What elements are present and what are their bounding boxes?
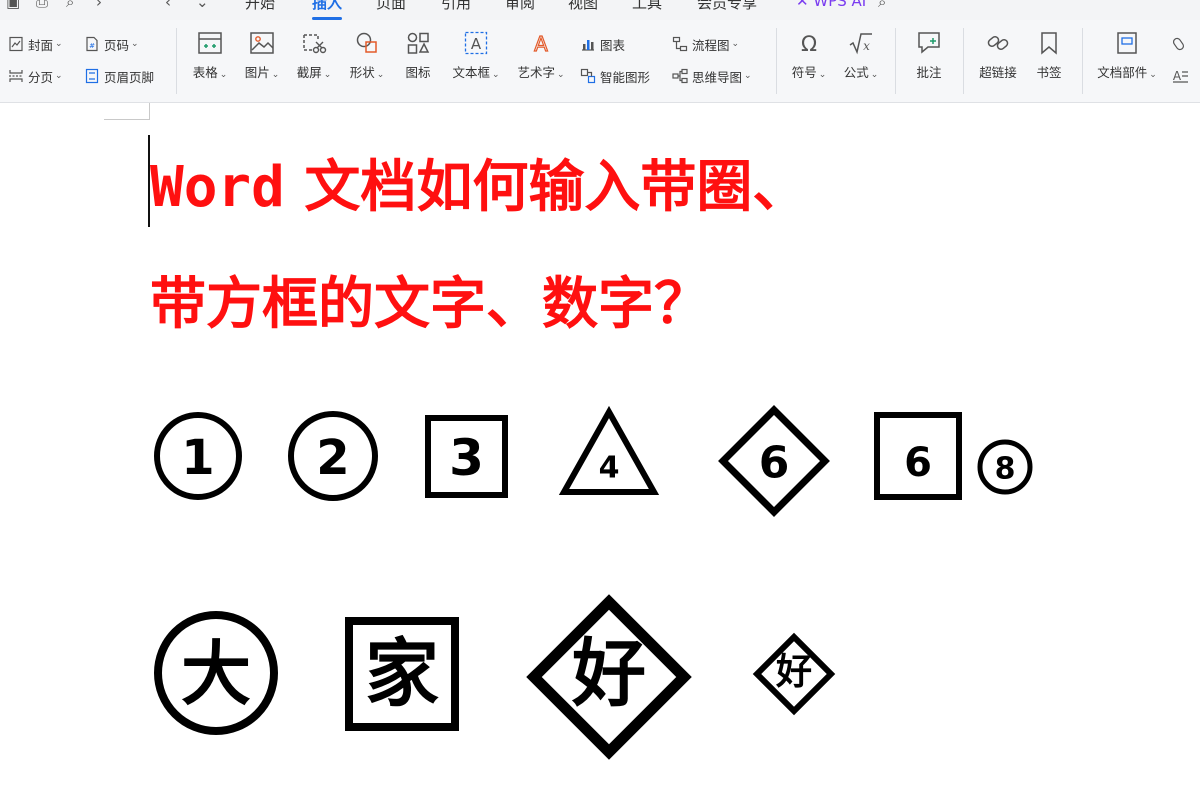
enclosed-symbol-square-3[interactable]: 3 [425, 415, 508, 498]
enclosed-symbol-char: 大 [181, 633, 251, 715]
enclosed-symbol-char: 3 [449, 429, 484, 487]
enclosed-char-diamond-hao-small[interactable]: 好 [752, 632, 836, 716]
enclosed-char-square-jia[interactable]: 家 [345, 617, 459, 731]
enclosed-symbol-char: 8 [995, 452, 1016, 487]
enclosed-symbol-char: 好 [775, 652, 812, 693]
enclosed-symbol-char: 好 [571, 631, 646, 717]
enclosed-symbol-square-6[interactable]: 6 [874, 412, 962, 500]
enclosed-symbol-circle-2[interactable]: 2 [288, 411, 378, 501]
enclosed-characters-area: 1 2 3 4 6 6 8 大 家 好 好 [154, 405, 1033, 760]
enclosed-symbol-char: 4 [599, 451, 620, 486]
enclosed-symbol-char: 6 [759, 438, 790, 489]
enclosed-symbol-triangle-4[interactable]: 4 [558, 405, 660, 495]
enclosed-symbol-char: 家 [365, 631, 439, 717]
enclosed-symbol-char: 6 [904, 440, 932, 486]
enclosed-symbol-char: 2 [316, 430, 349, 486]
enclosed-char-diamond-hao-large[interactable]: 好 [526, 594, 692, 760]
enclosed-symbol-char: 1 [181, 430, 214, 486]
enclosed-symbol-circle-1[interactable]: 1 [154, 412, 242, 500]
enclosed-symbol-circle-8[interactable]: 8 [977, 439, 1033, 495]
enclosed-symbol-diamond-6[interactable]: 6 [718, 405, 830, 517]
enclosed-char-circle-da[interactable]: 大 [154, 611, 278, 735]
